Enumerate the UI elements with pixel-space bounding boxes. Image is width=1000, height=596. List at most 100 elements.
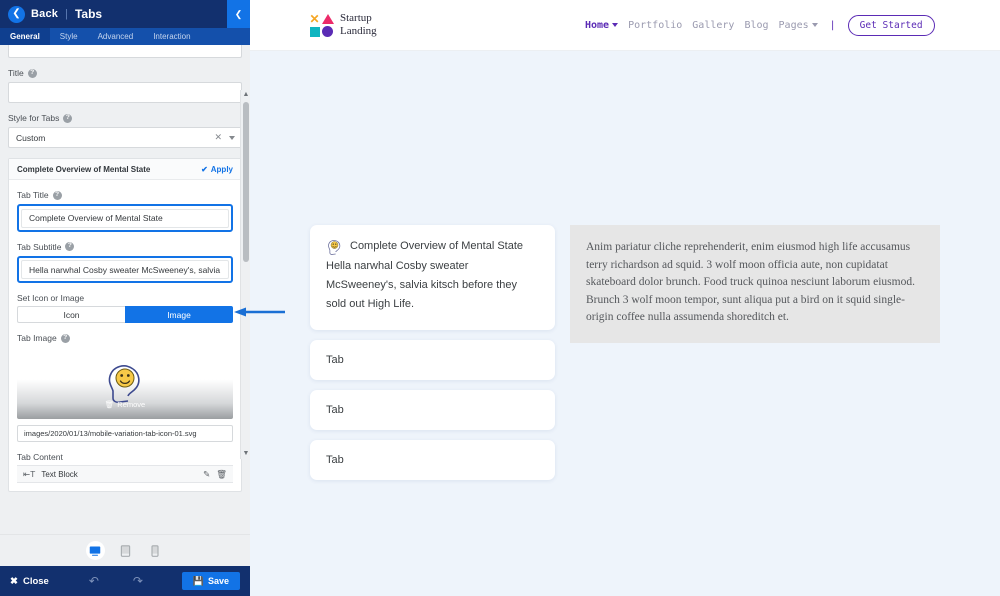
accordion-header[interactable]: Complete Overview of Mental State ✔ Appl… — [9, 159, 241, 180]
edit-icon[interactable]: ✎ — [203, 469, 210, 480]
page-title: Tabs — [75, 7, 102, 21]
tab-interaction[interactable]: Interaction — [143, 28, 200, 45]
editor-scrollbar[interactable]: ▲ ▼ — [240, 90, 250, 459]
tab-title-focus-ring — [17, 204, 233, 232]
tab-image-label-text: Tab Image — [17, 333, 57, 343]
title-label: Title ? — [8, 68, 242, 78]
close-button[interactable]: ✖ Close — [10, 576, 49, 587]
site-header: ✕ Startup Landing Home Portfolio Gallery… — [250, 0, 1000, 51]
tab-subtitle-label: Tab Subtitle ? — [17, 242, 233, 252]
site-logo[interactable]: ✕ Startup Landing — [308, 12, 377, 38]
tab-content-label: Tab Content — [17, 452, 233, 462]
redo-icon[interactable]: ↷ — [133, 574, 143, 588]
close-x-icon[interactable]: ✕ — [214, 132, 222, 143]
logo-line-1: Startup — [340, 12, 377, 25]
device-preview-switcher — [0, 534, 250, 566]
title-input[interactable] — [8, 82, 242, 103]
tab-card[interactable]: Tab — [310, 390, 555, 430]
site-preview-frame: ✕ Startup Landing Home Portfolio Gallery… — [250, 0, 1000, 596]
tab-card-title: Tab — [326, 454, 539, 466]
chevron-left-icon[interactable]: ❮ — [227, 0, 250, 28]
style-for-tabs-label: Style for Tabs ? — [8, 113, 242, 123]
set-icon-or-image-label: Set Icon or Image — [17, 293, 233, 303]
remove-image-button[interactable]: 🗑 Remove — [17, 400, 233, 409]
icon-image-toggle-group: Icon Image — [17, 306, 233, 323]
apply-button[interactable]: ✔ Apply — [201, 165, 233, 174]
tab-content-panel: Anim pariatur cliche reprehenderit, enim… — [570, 225, 940, 343]
tablet-icon[interactable] — [116, 541, 135, 560]
editor-tab-bar: General Style Advanced Interaction — [0, 28, 250, 45]
chevron-down-icon[interactable] — [229, 136, 235, 140]
undo-icon[interactable]: ↶ — [89, 574, 99, 588]
editor-footer: ✖ Close ↶ ↷ 💾 Save — [0, 566, 250, 596]
tab-style[interactable]: Style — [50, 28, 88, 45]
desktop-icon[interactable] — [86, 541, 105, 560]
logo-x-icon: ✕ — [309, 13, 319, 25]
image-path-input[interactable] — [17, 425, 233, 442]
chevron-down-icon — [812, 23, 818, 27]
tab-card[interactable]: Tab — [310, 340, 555, 380]
check-icon: ✔ — [201, 165, 208, 174]
title-label-text: Title — [8, 68, 24, 78]
accordion-body: Tab Title ? Tab Subtitle ? Set Icon or I… — [9, 190, 241, 491]
back-button[interactable]: Back — [31, 8, 58, 20]
tab-card-active[interactable]: Complete Overview of Mental State Hella … — [310, 225, 555, 330]
apply-label: Apply — [211, 165, 233, 174]
help-question-icon[interactable]: ? — [65, 242, 74, 251]
preview-body: Complete Overview of Mental State Hella … — [250, 51, 1000, 596]
content-item-row[interactable]: ⇤T Text Block ✎ 🗑 — [17, 465, 233, 483]
help-question-icon[interactable]: ? — [63, 114, 72, 123]
help-question-icon[interactable]: ? — [28, 69, 37, 78]
tab-title-label: Tab Title ? — [17, 190, 233, 200]
save-label: Save — [208, 576, 229, 586]
tab-card[interactable]: Tab — [310, 440, 555, 480]
tab-general[interactable]: General — [0, 28, 50, 45]
tab-card-title-row: Complete Overview of Mental State — [326, 238, 539, 256]
logo-line-2: Landing — [340, 25, 377, 38]
scrollbar-thumb[interactable] — [243, 102, 249, 262]
nav-item-gallery[interactable]: Gallery — [692, 20, 734, 31]
nav-item-blog[interactable]: Blog — [744, 20, 768, 31]
logo-shapes: ✕ — [308, 12, 334, 38]
nav-item-pages[interactable]: Pages — [779, 20, 818, 31]
nav-divider: | — [830, 20, 836, 31]
remove-label: Remove — [117, 400, 145, 409]
tab-subtitle-label-text: Tab Subtitle — [17, 242, 61, 252]
toggle-icon-option[interactable]: Icon — [17, 306, 125, 323]
mobile-icon[interactable] — [146, 541, 165, 560]
nav-label: Pages — [779, 20, 809, 31]
help-question-icon[interactable]: ? — [53, 191, 62, 200]
site-navigation: Home Portfolio Gallery Blog Pages | Get … — [585, 0, 935, 51]
tab-image-preview[interactable]: 🗑 Remove — [17, 347, 233, 419]
editor-header: ❮ Back | Tabs ❮ — [0, 0, 250, 28]
tab-subtitle-input[interactable] — [21, 260, 229, 279]
logo-square-icon — [310, 27, 320, 37]
nav-item-portfolio[interactable]: Portfolio — [628, 20, 682, 31]
caret-up-icon[interactable]: ▲ — [242, 90, 250, 100]
toggle-image-option[interactable]: Image — [125, 306, 233, 323]
nav-label: Home — [585, 20, 609, 31]
arrow-left-icon[interactable]: ❮ — [8, 6, 25, 23]
tab-advanced[interactable]: Advanced — [88, 28, 144, 45]
clipped-field-above[interactable] — [8, 45, 242, 58]
caret-down-icon[interactable]: ▼ — [242, 449, 250, 459]
style-for-tabs-label-text: Style for Tabs — [8, 113, 59, 123]
tab-title-label-text: Tab Title — [17, 190, 49, 200]
nav-item-home[interactable]: Home — [585, 20, 618, 31]
close-label: Close — [23, 576, 49, 587]
editor-settings-scroll-area[interactable]: Title ? Style for Tabs ? Custom ✕ Comple… — [0, 45, 250, 534]
undo-redo-group: ↶ ↷ — [89, 574, 143, 588]
help-question-icon[interactable]: ? — [61, 334, 70, 343]
tab-item-accordion: Complete Overview of Mental State ✔ Appl… — [8, 158, 242, 492]
save-button[interactable]: 💾 Save — [182, 572, 240, 590]
chevron-down-icon — [612, 23, 618, 27]
tab-card-title: Tab — [326, 404, 539, 416]
style-for-tabs-select[interactable]: Custom ✕ — [8, 127, 242, 148]
tab-title-input[interactable] — [21, 209, 229, 228]
tab-card-subtitle: Hella narwhal Cosby sweater McSweeney's,… — [326, 257, 539, 314]
trash-icon[interactable]: 🗑 — [216, 469, 227, 480]
tab-content-text: Anim pariatur cliche reprehenderit, enim… — [586, 239, 924, 327]
content-item-name: Text Block — [41, 470, 197, 479]
logo-triangle-icon — [322, 14, 334, 24]
get-started-button[interactable]: Get Started — [848, 15, 935, 36]
